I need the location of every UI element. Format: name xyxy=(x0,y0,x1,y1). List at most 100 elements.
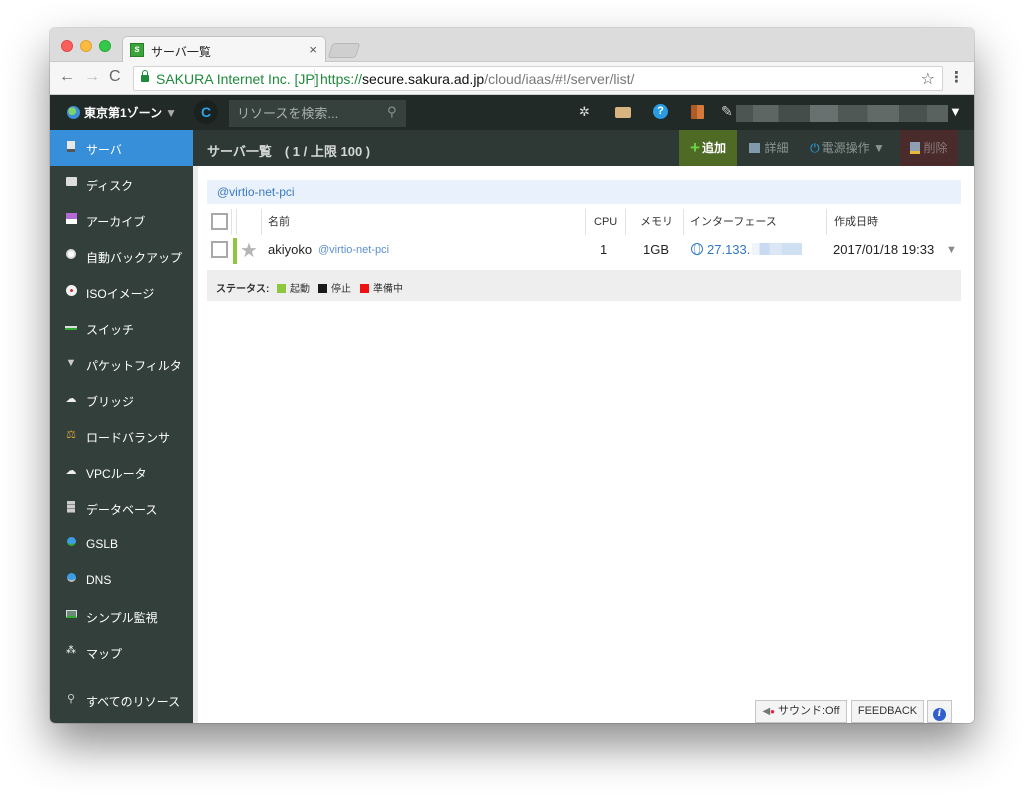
legend-label: 準備中 xyxy=(373,284,403,295)
tag-filter-bar[interactable]: @virtio-net-pci xyxy=(207,180,961,204)
clock-icon xyxy=(65,249,77,261)
column-divider xyxy=(826,209,827,235)
legend-swatch xyxy=(277,284,286,293)
sidebar-item-iso-image[interactable]: ISOイメージ xyxy=(50,274,193,310)
feedback-button[interactable]: FEEDBACK xyxy=(851,700,924,723)
feather-icon: ✎ xyxy=(721,103,733,119)
sidebar-item-label: VPCルータ xyxy=(86,467,147,481)
url-path: /cloud/iaas/#!/server/list/ xyxy=(484,71,635,87)
ip-address: 27.133. xyxy=(707,242,751,257)
license-icon[interactable] xyxy=(615,107,631,118)
filter-icon: ▼ xyxy=(65,357,77,369)
sidebar-item-all-resources[interactable]: ⚲ すべてのリソース xyxy=(50,682,193,718)
sidebar-item-archive[interactable]: アーカイブ xyxy=(50,202,193,238)
new-tab-button[interactable] xyxy=(327,43,361,58)
user-account-name[interactable] xyxy=(736,105,948,122)
search-icon[interactable]: ⚲ xyxy=(387,104,397,120)
sidebar-item-vpc-router[interactable]: ☁ VPCルータ xyxy=(50,454,193,490)
sidebar-item-label: 自動バックアップ xyxy=(86,251,183,265)
sidebar-item-label: データベース xyxy=(86,503,158,517)
power-operation-button[interactable]: ⏻ 電源操作 ▼ xyxy=(805,130,890,166)
delete-icon xyxy=(910,142,921,154)
chevron-down-icon: ▼ xyxy=(165,106,177,120)
info-button[interactable]: i xyxy=(927,700,952,723)
legend-label: 停止 xyxy=(331,284,351,295)
resource-search-input[interactable] xyxy=(229,100,406,127)
detail-button[interactable]: 詳細 xyxy=(745,130,793,166)
globe-icon xyxy=(67,106,80,119)
refresh-button[interactable]: C xyxy=(194,100,218,124)
maximize-window-button[interactable] xyxy=(99,40,111,52)
sidebar: サーバ ディスク アーカイブ 自動バックアップ ISOイメージ スイッチ ▼ パ… xyxy=(50,130,193,723)
favorite-star-icon[interactable]: ★ xyxy=(240,238,258,263)
legend-item-preparing: 準備中 xyxy=(360,280,403,295)
zone-selector[interactable]: 東京第1ゾーン ▼ xyxy=(67,104,177,121)
column-header-interface[interactable]: インターフェース xyxy=(690,209,777,235)
tab-strip: s サーバ一覧 × xyxy=(50,28,974,63)
bookmark-star-icon[interactable]: ☆ xyxy=(921,69,935,89)
back-arrow-icon[interactable]: ← xyxy=(59,68,75,86)
row-menu-chevron-icon[interactable]: ▼ xyxy=(946,244,957,256)
legend-item-stopped: 停止 xyxy=(318,280,351,295)
server-tag[interactable]: @virtio-net-pci xyxy=(318,244,389,256)
legend-swatch xyxy=(318,284,327,293)
minimize-window-button[interactable] xyxy=(80,40,92,52)
sidebar-item-load-balancer[interactable]: ⚖ ロードバランサ xyxy=(50,418,193,454)
sidebar-item-label: ロードバランサ xyxy=(86,431,171,445)
browser-toolbar: ← → C SAKURA Internet Inc. [JP] https://… xyxy=(50,62,974,95)
column-divider xyxy=(625,209,626,235)
browser-tab[interactable]: s サーバ一覧 × xyxy=(122,36,326,63)
sidebar-item-server[interactable]: サーバ xyxy=(50,130,193,166)
column-divider xyxy=(683,209,684,235)
column-header-cpu[interactable]: CPU xyxy=(594,209,617,235)
browser-window: s サーバ一覧 × ← → C SAKURA Internet Inc. [JP… xyxy=(50,28,974,723)
sidebar-item-switch[interactable]: スイッチ xyxy=(50,310,193,346)
speaker-muted-icon: ◀● xyxy=(762,706,775,717)
column-header-created[interactable]: 作成日時 xyxy=(834,209,878,235)
forward-arrow-icon[interactable]: → xyxy=(84,68,100,86)
tab-close-icon[interactable]: × xyxy=(309,42,317,57)
sidebar-item-bridge[interactable]: ☁ ブリッジ xyxy=(50,382,193,418)
sidebar-item-gslb[interactable]: GSLB xyxy=(50,526,193,562)
address-bar[interactable]: SAKURA Internet Inc. [JP] https://secure… xyxy=(133,66,943,91)
switch-icon xyxy=(65,321,77,333)
close-window-button[interactable] xyxy=(61,40,73,52)
sidebar-item-packet-filter[interactable]: ▼ パケットフィルタ xyxy=(50,346,193,382)
sidebar-item-label: パケットフィルタ xyxy=(86,359,182,373)
delete-button[interactable]: 削除 xyxy=(900,130,958,166)
sidebar-item-map[interactable]: ⁂ マップ xyxy=(50,634,193,670)
top-bar: 東京第1ゾーン▼ C ⚲ ✲ ? ✎ ▼ xyxy=(50,95,974,130)
select-all-checkbox[interactable] xyxy=(211,213,228,230)
add-button[interactable]: + 追加 xyxy=(679,130,737,166)
app: 東京第1ゾーン▼ C ⚲ ✲ ? ✎ ▼ サーバ ディスク アー xyxy=(50,95,974,723)
sidebar-item-dns[interactable]: DNS xyxy=(50,562,193,598)
gear-icon[interactable]: ✲ xyxy=(579,104,590,120)
table-row[interactable]: ★ akiyoko @virtio-net-pci 1 1GB 27.133. … xyxy=(207,236,961,266)
network-globe-icon xyxy=(691,243,703,255)
user-menu-chevron-icon[interactable]: ▼ xyxy=(949,104,962,119)
column-header-name[interactable]: 名前 xyxy=(268,209,290,235)
column-header-memory[interactable]: メモリ xyxy=(640,209,673,235)
sidebar-item-label: アーカイブ xyxy=(86,215,146,229)
url-text[interactable]: https://secure.sakura.ad.jp/cloud/iaas/#… xyxy=(320,71,634,87)
sidebar-item-auto-backup[interactable]: 自動バックアップ xyxy=(50,238,193,274)
address-divider xyxy=(314,70,315,88)
dns-icon xyxy=(65,573,77,585)
sidebar-item-label: シンプル監視 xyxy=(86,611,158,625)
server-name[interactable]: akiyoko xyxy=(268,242,312,257)
browser-menu-icon[interactable]: ⋮ xyxy=(949,68,964,86)
row-checkbox[interactable] xyxy=(211,241,228,258)
power-label: 電源操作 ▼ xyxy=(821,141,885,155)
power-icon: ⏻ xyxy=(810,141,820,155)
sidebar-item-label: スイッチ xyxy=(86,323,135,337)
sidebar-item-database[interactable]: データベース xyxy=(50,490,193,526)
documents-icon[interactable] xyxy=(691,105,704,119)
sidebar-item-disk[interactable]: ディスク xyxy=(50,166,193,202)
column-divider xyxy=(236,209,237,235)
help-icon[interactable]: ? xyxy=(653,104,668,119)
sidebar-item-simple-monitor[interactable]: シンプル監視 xyxy=(50,598,193,634)
reload-icon[interactable]: C xyxy=(109,68,121,86)
disk-icon xyxy=(65,177,77,189)
interface-cell[interactable]: 27.133. xyxy=(691,242,803,257)
sound-toggle-button[interactable]: ◀● サウンド:Off xyxy=(755,700,847,723)
